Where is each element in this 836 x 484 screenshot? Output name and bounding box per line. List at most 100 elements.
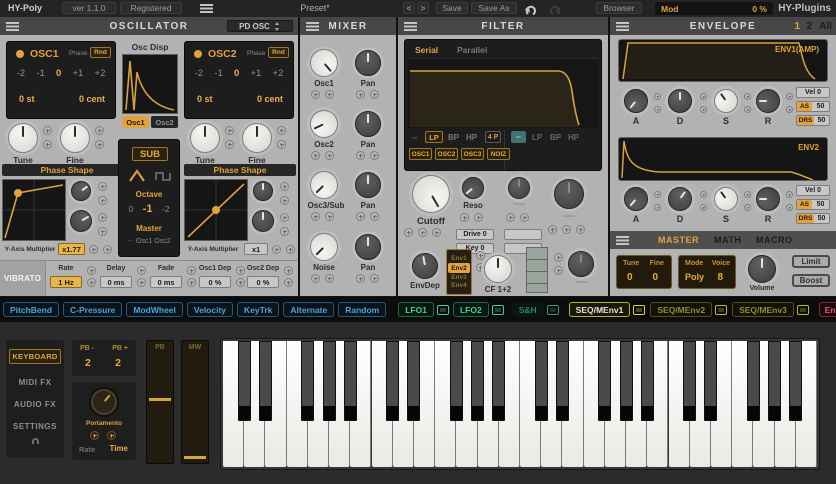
disp-tab-osc2[interactable]: Osc2 — [151, 116, 178, 128]
nav-settings-tab[interactable]: SETTINGS — [6, 422, 64, 431]
triangle-wave-icon[interactable] — [127, 168, 147, 189]
piano-black-key[interactable] — [343, 341, 357, 421]
piano-black-key[interactable] — [789, 341, 803, 421]
mod-slot-icon[interactable] — [280, 182, 289, 191]
osc1-ps-y-knob[interactable] — [65, 205, 97, 237]
mod-slot-icon[interactable] — [460, 213, 469, 222]
osc2-fine-knob[interactable] — [242, 123, 272, 153]
env1-display[interactable]: ENV1(AMP) — [618, 39, 828, 82]
osc2-ymult-value[interactable]: x1 — [244, 243, 268, 255]
mod-slot-icon[interactable] — [548, 225, 557, 234]
mod-slot-icon[interactable] — [43, 126, 52, 135]
piano-black-key[interactable] — [598, 341, 612, 421]
mod-slot-icon[interactable] — [356, 151, 365, 160]
env1-as-value[interactable]: AS 50 — [796, 101, 830, 112]
mod-slot-icon[interactable] — [700, 106, 707, 113]
env2-vel-value[interactable]: Vel 0 — [796, 185, 830, 196]
pb-plus-value[interactable]: 2 — [115, 357, 121, 369]
envelope-tab-all[interactable]: All — [819, 21, 832, 32]
math-tab[interactable]: MATH — [714, 235, 741, 245]
nav-midifx-tab[interactable]: MIDI FX — [6, 378, 64, 387]
envelope-tab-2[interactable]: 2 — [806, 21, 812, 32]
mod-slot-icon[interactable] — [236, 278, 245, 287]
env2-release-knob[interactable] — [756, 187, 780, 211]
mod-slot-icon[interactable] — [370, 274, 379, 283]
mod-slot-icon[interactable] — [90, 431, 99, 440]
env2-attack-knob[interactable] — [619, 182, 653, 216]
filter-env3-option[interactable]: Env3 — [451, 274, 467, 281]
osc2-phase-mode-button[interactable]: Rnd — [268, 47, 289, 58]
seq2-display-icon[interactable] — [715, 304, 728, 315]
mod-slot-icon[interactable] — [325, 90, 334, 99]
mod-slot-icon[interactable] — [370, 90, 379, 99]
osc2-semitone[interactable]: 0 st — [197, 94, 213, 104]
osc1-phase-mode-button[interactable]: Rnd — [90, 47, 111, 58]
piano-black-key[interactable] — [555, 341, 569, 421]
mod-slot-icon[interactable] — [98, 213, 107, 222]
osc1-tune-knob[interactable] — [8, 123, 38, 153]
modsrc-cpressure[interactable]: C-Pressure — [63, 302, 123, 317]
modsrc-env1[interactable]: Env1 — [818, 302, 836, 317]
mod-slot-icon[interactable] — [95, 126, 104, 135]
envelope-tab-1[interactable]: 1 — [794, 21, 800, 32]
osc2-oct-p2[interactable]: +2 — [273, 68, 284, 79]
mod-slot-icon[interactable] — [87, 266, 96, 275]
piano-black-key[interactable] — [704, 341, 718, 421]
osc2-oct-p1[interactable]: +1 — [250, 68, 261, 79]
mod-slot-icon[interactable] — [87, 278, 96, 287]
mod-slot-icon[interactable] — [225, 140, 234, 149]
piano-black-key[interactable] — [449, 341, 463, 421]
mod-slot-icon[interactable] — [225, 126, 234, 135]
osc-mode-select[interactable]: PD OSC — [227, 20, 293, 32]
volume-knob[interactable] — [748, 255, 776, 283]
filter1-input-osc3[interactable]: OSC3 — [461, 148, 484, 160]
mod-slot-icon[interactable] — [576, 225, 585, 234]
vibrato-delay-value[interactable]: 0 ms — [100, 276, 132, 288]
lfo1-display-icon[interactable] — [436, 304, 449, 315]
filter1-input-noiz[interactable]: NOIZ — [487, 148, 510, 160]
osc2-tune-knob[interactable] — [190, 123, 220, 153]
filter-mix-knob[interactable] — [568, 251, 594, 277]
mod-slot-icon[interactable] — [370, 212, 379, 221]
mod-slot-icon[interactable] — [95, 140, 104, 149]
mod-slot-icon[interactable] — [786, 204, 793, 211]
piano-black-key[interactable] — [683, 341, 697, 421]
modsrc-seq2[interactable]: SEQ/MEnv2 — [650, 302, 713, 317]
mod-slot-icon[interactable] — [325, 151, 334, 160]
mod-slot-icon[interactable] — [554, 253, 563, 262]
osc1-ymult-value[interactable]: x1.77 — [58, 243, 85, 255]
cf-knob[interactable] — [484, 255, 512, 283]
osc1-oct-p1[interactable]: +1 — [72, 68, 83, 79]
filter1-lp-option[interactable]: LP — [425, 131, 443, 143]
piano-black-key[interactable] — [534, 341, 548, 421]
mod-slot-icon[interactable] — [506, 213, 515, 222]
mod-slot-icon[interactable] — [98, 227, 107, 236]
sub-routing[interactable]: Osc1 Osc2 — [136, 238, 171, 245]
filter2-bp-option[interactable]: BP — [550, 133, 561, 142]
mod-slot-icon[interactable] — [356, 274, 365, 283]
mod-slot-icon[interactable] — [786, 106, 793, 113]
mod-slot-icon[interactable] — [311, 151, 320, 160]
mixer-osc1-pan-knob[interactable] — [355, 50, 381, 76]
env1-attack-knob[interactable] — [619, 84, 653, 118]
filter2-off-option[interactable]: -- — [511, 131, 526, 143]
mod-slot-icon[interactable] — [744, 93, 751, 100]
env2-decay-knob[interactable] — [663, 182, 697, 216]
filter-curve-display[interactable] — [408, 58, 598, 128]
pitchbend-slider[interactable]: PB — [146, 340, 174, 464]
piano-black-key[interactable] — [258, 341, 272, 421]
osc1-ps-x-knob[interactable] — [67, 177, 95, 205]
mod-slot-icon[interactable] — [284, 278, 293, 287]
portamento-rate-option[interactable]: Rate — [79, 445, 95, 454]
drive-value[interactable]: Drive 0 — [456, 229, 494, 240]
filter-env2-option[interactable]: Env2 — [448, 263, 470, 273]
modsrc-pitchbend[interactable]: PitchBend — [3, 302, 60, 317]
modsrc-seq3[interactable]: SEQ/MEnv3 — [732, 302, 794, 317]
piano-black-key[interactable] — [322, 341, 336, 421]
mod-readout[interactable]: Mod 0 % — [655, 2, 773, 15]
limit-button[interactable]: Limit — [792, 255, 830, 268]
modsrc-lfo1[interactable]: LFO1 — [398, 302, 434, 317]
square-wave-icon[interactable] — [153, 169, 173, 188]
piano-black-key[interactable] — [301, 341, 315, 421]
piano-black-key[interactable] — [471, 341, 485, 421]
